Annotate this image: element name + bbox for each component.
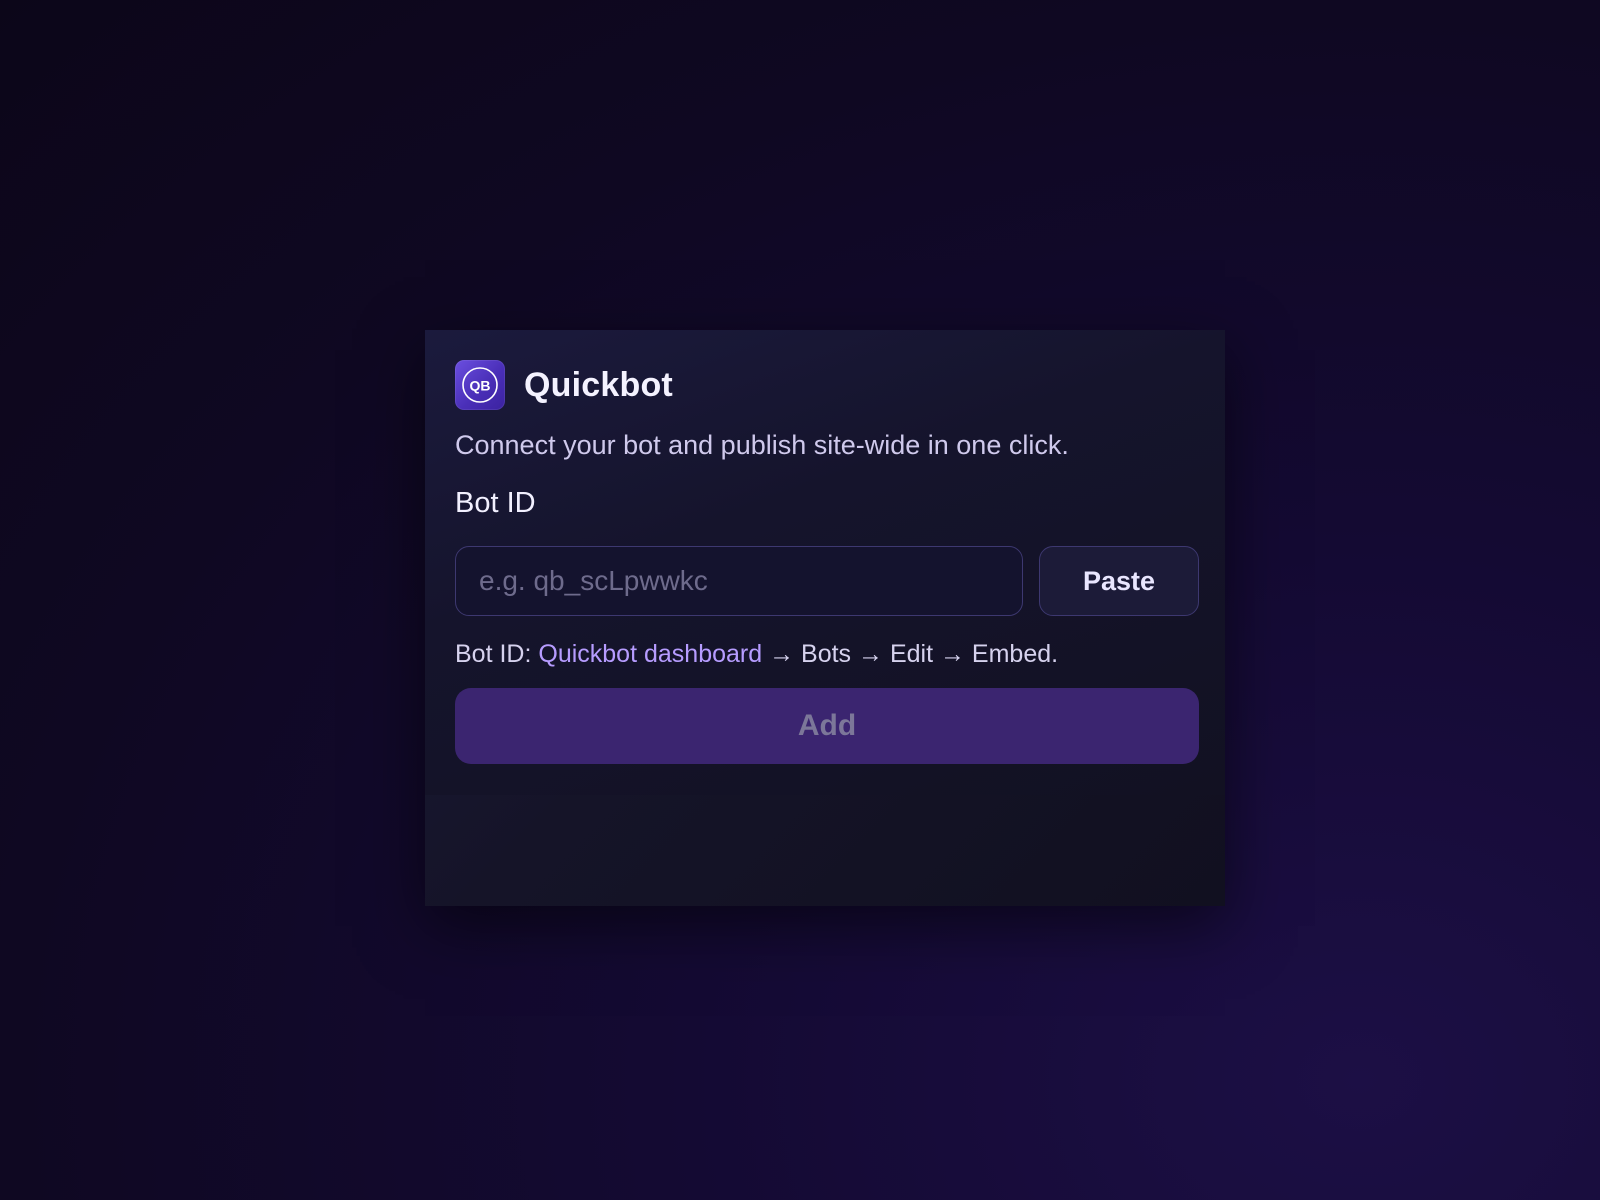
bot-id-hint: Bot ID: Quickbot dashboard → Bots → Edit… — [455, 640, 1058, 669]
card-header: QB Quickbot — [455, 360, 673, 410]
bot-id-input[interactable] — [455, 546, 1023, 616]
bot-id-input-row: Paste — [455, 546, 1199, 616]
app-title: Quickbot — [524, 365, 673, 404]
logo-text: QB — [470, 378, 491, 394]
add-button[interactable]: Add — [455, 688, 1199, 764]
card-subtitle: Connect your bot and publish site-wide i… — [455, 430, 1069, 460]
dashboard-link[interactable]: Quickbot dashboard — [538, 640, 762, 668]
connect-card: QB Quickbot Connect your bot and publish… — [425, 330, 1225, 795]
bot-id-label: Bot ID — [455, 487, 536, 519]
plugin-panel: QB Quickbot Connect your bot and publish… — [425, 330, 1225, 906]
paste-button[interactable]: Paste — [1039, 546, 1199, 616]
quickbot-logo-icon: QB — [455, 360, 505, 410]
hint-suffix: → Bots → Edit → Embed. — [762, 640, 1059, 668]
hint-prefix: Bot ID: — [455, 640, 539, 668]
logo-glyph: QB — [462, 367, 498, 403]
